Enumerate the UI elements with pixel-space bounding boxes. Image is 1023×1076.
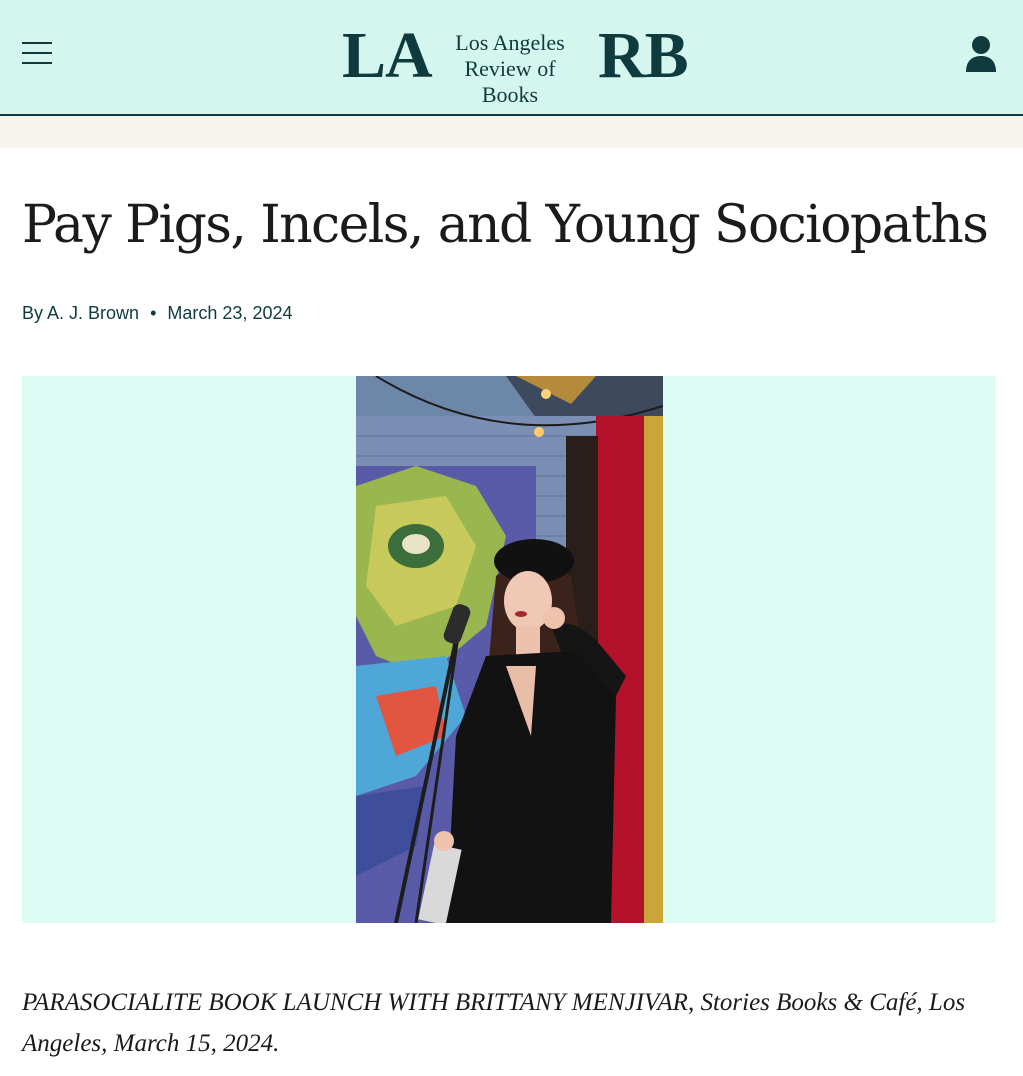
byline-prefix: By xyxy=(22,303,44,323)
user-account-icon[interactable] xyxy=(963,34,999,74)
author-link[interactable]: A. J. Brown xyxy=(47,303,139,323)
logo-la-letters: LA xyxy=(342,19,433,92)
article-title: Pay Pigs, Incels, and Young Sociopaths xyxy=(22,195,989,255)
hero-image-container xyxy=(22,376,996,923)
logo-rb-letters: RB xyxy=(598,19,689,92)
header-divider-band xyxy=(0,116,1023,148)
hero-photo xyxy=(356,376,663,923)
byline-separator: • xyxy=(150,303,157,323)
logo-wordmark: Los Angeles Review of Books xyxy=(434,30,586,108)
byline: By A. J. Brown • March 23, 2024 xyxy=(22,302,292,324)
image-caption: PARASOCIALITE BOOK LAUNCH WITH BRITTANY … xyxy=(22,989,966,1057)
logo-line-2: Review of Books xyxy=(464,56,556,107)
site-header: LA Los Angeles Review of Books RB xyxy=(0,0,1023,116)
site-logo[interactable]: LA Los Angeles Review of Books RB xyxy=(340,19,689,108)
hero-photo-illustration xyxy=(356,376,663,923)
hamburger-menu-icon[interactable] xyxy=(20,38,54,68)
publish-date: March 23, 2024 xyxy=(167,303,293,323)
logo-line-1: Los Angeles xyxy=(455,30,565,55)
